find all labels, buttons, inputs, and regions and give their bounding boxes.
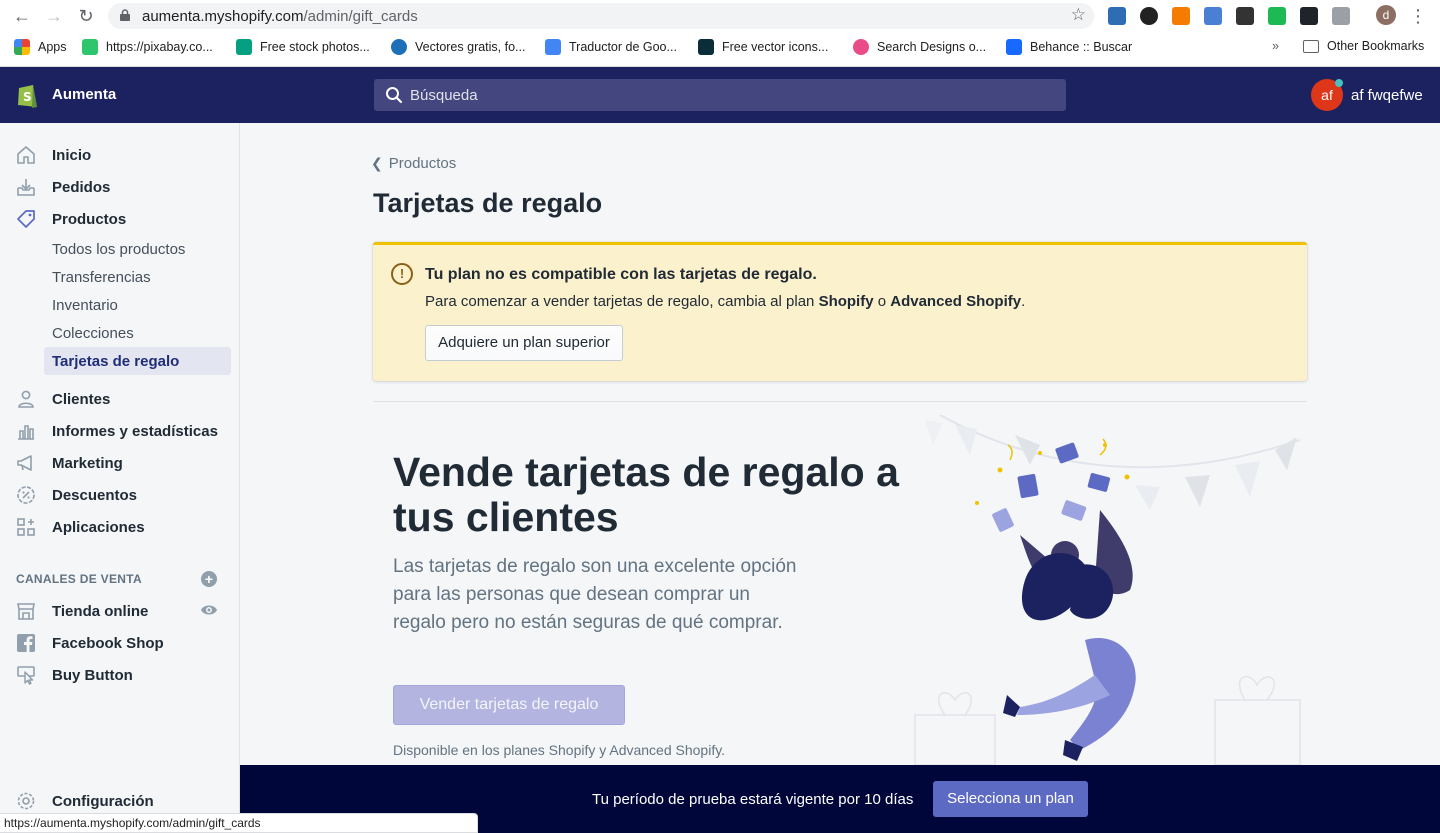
bookmark-item[interactable]: Free vector icons... [698, 39, 828, 55]
plan-warning-banner: ! Tu plan no es compatible con las tarje… [373, 242, 1307, 381]
hero-title: Vende tarjetas de regalo a tus clientes [393, 449, 899, 540]
pexels-icon [236, 39, 252, 55]
divider [373, 401, 1307, 402]
sidebar-subitem-inventario[interactable]: Inventario [44, 291, 231, 319]
other-bookmarks[interactable]: Other Bookmarks [1303, 39, 1424, 53]
status-bar-url: https://aumenta.myshopify.com/admin/gift… [0, 813, 478, 833]
sales-channels-heading: CANALES DE VENTA [16, 572, 142, 586]
sidebar-item-marketing[interactable]: Marketing [0, 447, 240, 479]
sidebar-item-descuentos[interactable]: Descuentos [0, 479, 240, 511]
gift-card-illustration [914, 415, 1301, 765]
extension-icon[interactable] [1332, 7, 1350, 25]
home-icon [17, 146, 35, 164]
svg-text:S: S [23, 90, 32, 104]
banner-title: Tu plan no es compatible con las tarjeta… [425, 266, 817, 283]
profile-avatar[interactable]: d [1376, 5, 1396, 25]
dribbble-icon [853, 39, 869, 55]
url-text: aumenta.myshopify.com/admin/gift_cards [142, 8, 418, 25]
buy-button-icon [17, 666, 35, 685]
sidebar-subitem-todos-los-productos[interactable]: Todos los productos [44, 235, 231, 263]
freepik-icon [391, 39, 407, 55]
facebook-icon [17, 634, 35, 652]
extension-icon[interactable] [1140, 7, 1158, 25]
bookmark-item[interactable]: Traductor de Goo... [545, 39, 677, 55]
react-devtools-icon[interactable] [1300, 7, 1318, 25]
customer-icon [18, 390, 34, 408]
apps-grid-icon [14, 39, 30, 55]
search-icon [386, 87, 403, 104]
bookmark-item[interactable]: Behance :: Buscar [1006, 39, 1132, 55]
sidebar-item-buy-button[interactable]: Buy Button [0, 659, 240, 691]
search-input[interactable]: Búsqueda [374, 79, 1066, 111]
eye-icon[interactable] [200, 603, 218, 617]
upgrade-plan-button[interactable]: Adquiere un plan superior [425, 325, 623, 361]
sidebar-item-informes[interactable]: Informes y estadísticas [0, 415, 240, 447]
add-channel-icon[interactable]: + [201, 571, 217, 587]
hero-description: Las tarjetas de regalo son una excelente… [393, 556, 797, 633]
chevron-left-icon: ❮ [371, 155, 383, 171]
bookmark-item[interactable]: Search Designs o... [853, 39, 986, 55]
discount-icon [17, 486, 35, 504]
sidebar-item-inicio[interactable]: Inicio [0, 139, 240, 171]
notification-dot [1335, 79, 1343, 87]
breadcrumb[interactable]: ❮ Productos [371, 155, 456, 172]
trial-text: Tu período de prueba estará vigente por … [592, 791, 914, 808]
breadcrumb-link[interactable]: Productos [389, 155, 457, 172]
apps-icon [17, 518, 35, 536]
analytics-icon [18, 425, 34, 440]
sidebar-item-clientes[interactable]: Clientes [0, 383, 240, 415]
bookmark-apps[interactable]: Apps [14, 39, 67, 55]
extension-icon[interactable] [1268, 7, 1286, 25]
sidebar-nav: Inicio Pedidos Productos Todos los produ… [0, 123, 240, 833]
gear-icon [17, 792, 35, 810]
sidebar-item-aplicaciones[interactable]: Aplicaciones [0, 511, 240, 543]
browser-chrome: ← → ↻ aumenta.myshopify.com/admin/gift_c… [0, 0, 1440, 67]
select-plan-button[interactable]: Selecciona un plan [933, 781, 1088, 817]
store-name[interactable]: Aumenta [52, 86, 116, 103]
bookmarks-overflow[interactable]: » [1272, 39, 1279, 53]
search-placeholder: Búsqueda [410, 87, 478, 104]
pixabay-icon [82, 39, 98, 55]
page-title: Tarjetas de regalo [373, 188, 603, 218]
back-icon[interactable]: ← [10, 4, 34, 28]
folder-icon [1303, 39, 1319, 53]
extension-icon[interactable] [1172, 7, 1190, 25]
store-icon [17, 603, 35, 620]
flaticon-icon [698, 39, 714, 55]
sell-gift-cards-button[interactable]: Vender tarjetas de regalo [393, 685, 625, 725]
banner-text: Para comenzar a vender tarjetas de regal… [425, 293, 1026, 310]
sidebar-item-productos[interactable]: Productos [0, 203, 240, 235]
address-bar[interactable]: aumenta.myshopify.com/admin/gift_cards ☆ [108, 3, 1094, 29]
tag-icon [17, 210, 35, 228]
forward-icon[interactable]: → [42, 4, 66, 28]
browser-menu-icon[interactable]: ⋮ [1406, 4, 1430, 28]
reload-icon[interactable]: ↻ [74, 4, 98, 28]
shopify-logo-icon[interactable]: S [16, 81, 40, 109]
orders-icon [17, 179, 35, 196]
bookmark-star-icon[interactable]: ☆ [1071, 5, 1086, 25]
extension-icon[interactable] [1204, 7, 1222, 25]
translate-icon [545, 39, 561, 55]
sidebar-item-facebook-shop[interactable]: Facebook Shop [0, 627, 240, 659]
bookmarks-bar: Apps https://pixabay.co... Free stock ph… [0, 34, 1440, 60]
sidebar-item-pedidos[interactable]: Pedidos [0, 171, 240, 203]
megaphone-icon [17, 455, 32, 471]
sidebar-subitem-transferencias[interactable]: Transferencias [44, 263, 231, 291]
bookmark-item[interactable]: Vectores gratis, fo... [391, 39, 525, 55]
extension-icon[interactable] [1236, 7, 1254, 25]
behance-icon [1006, 39, 1022, 55]
user-name[interactable]: af fwqefwe [1351, 87, 1423, 104]
warning-icon: ! [391, 263, 413, 285]
lock-icon [120, 9, 130, 21]
admin-topbar: S Aumenta Búsqueda af af fwqefwe [0, 67, 1440, 123]
bookmark-item[interactable]: https://pixabay.co... [82, 39, 213, 55]
extension-icon[interactable] [1108, 7, 1126, 25]
plan-availability-note: Disponible en los planes Shopify y Advan… [393, 742, 726, 758]
sidebar-subitem-colecciones[interactable]: Colecciones [44, 319, 231, 347]
bookmark-item[interactable]: Free stock photos... [236, 39, 370, 55]
sidebar-subitem-tarjetas-de-regalo[interactable]: Tarjetas de regalo [44, 347, 231, 375]
